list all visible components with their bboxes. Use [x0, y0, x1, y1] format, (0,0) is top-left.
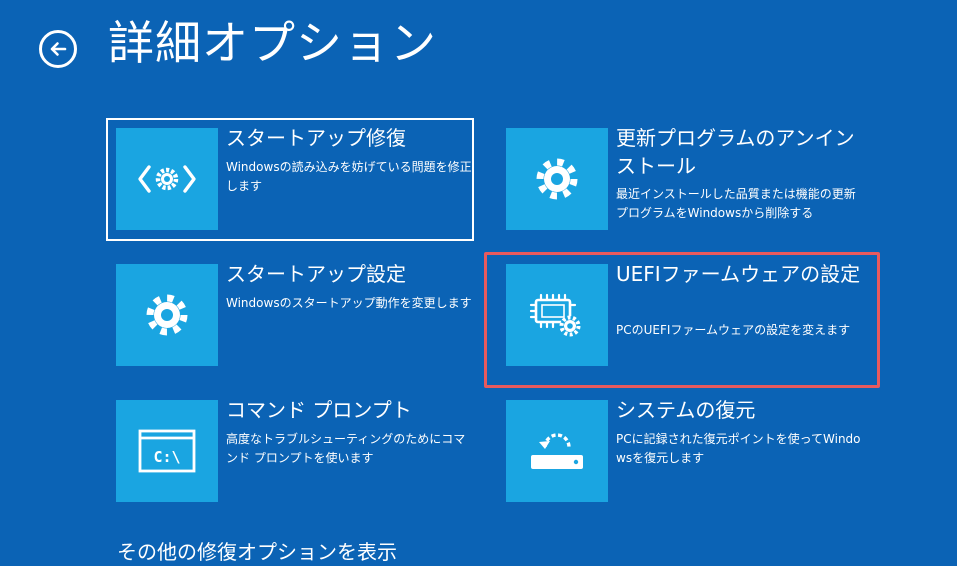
tile-description: Windowsの読み込みを妨げている問題を修正します [226, 160, 472, 193]
tile-description: PCのUEFIファームウェアの設定を変えます [616, 323, 851, 337]
command-prompt-icon-box: C:\ [116, 400, 218, 502]
restore-drive-icon [531, 433, 583, 469]
tile-startup-settings[interactable]: スタートアップ設定 Windowsのスタートアップ動作を変更します [106, 254, 474, 377]
tile-title: UEFIファームウェアの設定 [616, 262, 861, 286]
gear-icon [536, 158, 578, 200]
tile-title: スタートアップ設定 [226, 262, 406, 286]
svg-text:C:\: C:\ [153, 448, 180, 466]
page-title: 詳細オプション [108, 16, 437, 70]
tile-description: 高度なトラブルシューティングのためにコマンド プロンプトを使います [226, 432, 466, 465]
gear-icon [146, 294, 188, 336]
uninstall-updates-icon-box [506, 128, 608, 230]
back-button[interactable] [39, 30, 77, 68]
startup-settings-icon-box [116, 264, 218, 366]
tile-title: スタートアップ修復 [226, 126, 406, 150]
chip-gear-icon [529, 293, 581, 337]
tile-title: コマンド プロンプト [226, 398, 412, 422]
startup-repair-icon-box [116, 128, 218, 230]
uefi-settings-icon-box [506, 264, 608, 366]
tile-description: Windowsのスタートアップ動作を変更します [226, 296, 472, 310]
tile-uefi-firmware-settings[interactable]: UEFIファームウェアの設定 PCのUEFIファームウェアの設定を変えます [496, 254, 866, 377]
tile-command-prompt[interactable]: C:\ コマンド プロンプト 高度なトラブルシューティングのためにコマンド プロ… [106, 390, 474, 513]
gear-code-brackets-icon [138, 165, 196, 193]
back-arrow-icon [50, 42, 67, 56]
tile-description: 最近インストールした品質または機能の更新プログラムをWindowsから削除する [616, 187, 856, 220]
tile-title: 更新プログラムのアンインストール [616, 126, 855, 178]
system-restore-icon-box [506, 400, 608, 502]
command-prompt-icon: C:\ [138, 429, 196, 473]
tile-uninstall-updates[interactable]: 更新プログラムのアンインストール 最近インストールした品質または機能の更新プログ… [496, 118, 866, 241]
tile-description: PCに記録された復元ポイントを使ってWindowsを復元します [616, 432, 861, 465]
tile-startup-repair[interactable]: スタートアップ修復 Windowsの読み込みを妨げている問題を修正します [106, 118, 474, 241]
more-repair-options-link[interactable]: その他の修復オプションを表示 [117, 538, 397, 566]
tile-system-restore[interactable]: システムの復元 PCに記録された復元ポイントを使ってWindowsを復元します [496, 390, 866, 513]
tile-title: システムの復元 [616, 398, 756, 422]
